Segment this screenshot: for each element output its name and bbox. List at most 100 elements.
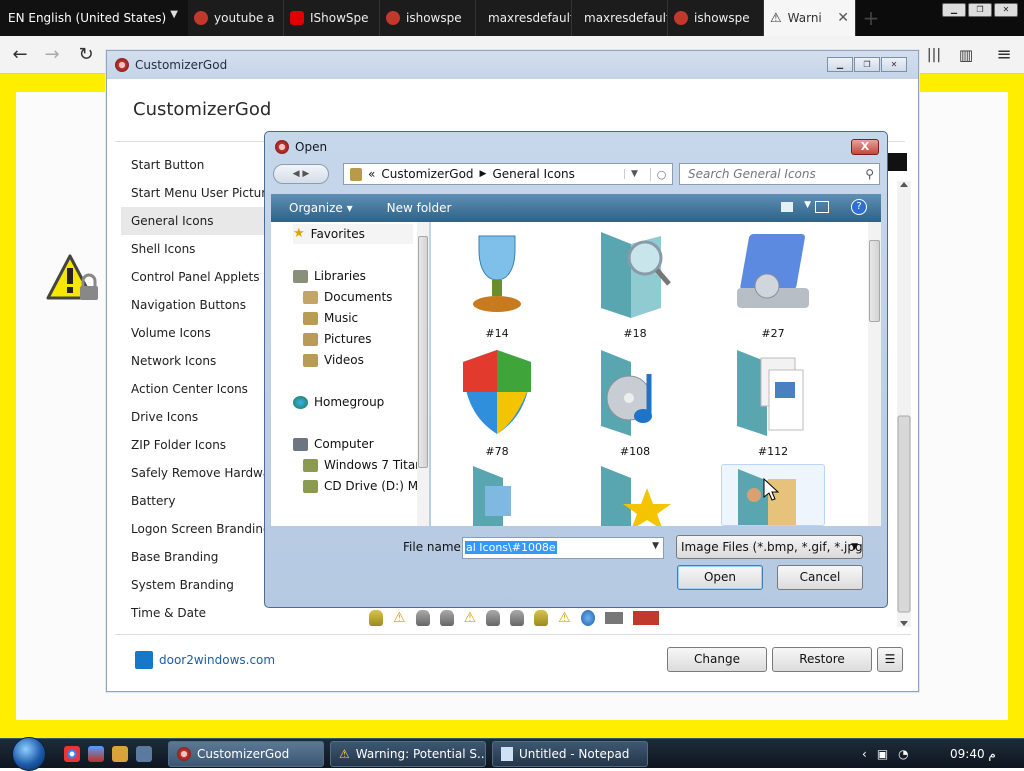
nav-scrollbar[interactable] bbox=[417, 222, 429, 526]
category-item-selected[interactable]: General Icons bbox=[121, 207, 281, 235]
category-item[interactable]: Battery bbox=[121, 487, 281, 515]
file-tile[interactable] bbox=[583, 462, 687, 526]
restore-button[interactable]: Restore bbox=[772, 647, 872, 672]
open-button[interactable]: Open bbox=[677, 565, 763, 590]
sidebar-icon[interactable]: ▥ bbox=[952, 42, 980, 68]
category-item[interactable]: Volume Icons bbox=[121, 319, 281, 347]
taskbar-item[interactable]: CustomizerGod bbox=[168, 741, 324, 767]
new-folder-button[interactable]: New folder bbox=[369, 201, 468, 215]
close-tab-icon[interactable]: ✕ bbox=[837, 10, 849, 26]
network-icon[interactable]: ▣ bbox=[877, 747, 888, 761]
warning-icon[interactable]: ⚠ bbox=[464, 610, 477, 626]
file-tile[interactable]: #18 bbox=[583, 226, 687, 344]
category-item[interactable]: Action Center Icons bbox=[121, 375, 281, 403]
nav-drive-c[interactable]: Windows 7 Titan bbox=[303, 455, 423, 475]
nav-videos[interactable]: Videos bbox=[303, 350, 364, 370]
browser-tab[interactable]: ishowspe bbox=[668, 0, 764, 36]
category-item[interactable]: Base Branding bbox=[121, 543, 281, 571]
category-item[interactable]: Start Button bbox=[121, 151, 281, 179]
category-item[interactable]: ZIP Folder Icons bbox=[121, 431, 281, 459]
volume-icon[interactable]: ◔ bbox=[898, 747, 908, 761]
vertical-scrollbar[interactable] bbox=[897, 181, 911, 627]
nav-pictures[interactable]: Pictures bbox=[303, 329, 372, 349]
device-icon[interactable] bbox=[415, 610, 430, 626]
forward-icon[interactable]: → bbox=[38, 42, 66, 68]
browser-tab-active[interactable]: ⚠ Warni ✕ bbox=[764, 0, 856, 36]
category-item[interactable]: Network Icons bbox=[121, 347, 281, 375]
preview-pane-icon[interactable] bbox=[815, 201, 829, 213]
device-icon[interactable] bbox=[534, 610, 549, 626]
category-item[interactable]: Shell Icons bbox=[121, 235, 281, 263]
black-swatch[interactable] bbox=[887, 153, 907, 171]
firefox-icon[interactable] bbox=[88, 746, 104, 762]
nav-drive-d[interactable]: CD Drive (D:) My bbox=[303, 476, 425, 496]
category-item[interactable]: Safely Remove Hardware bbox=[121, 459, 281, 487]
scroll-thumb[interactable] bbox=[869, 240, 880, 322]
nav-computer[interactable]: Computer bbox=[293, 434, 374, 454]
cancel-button[interactable]: Cancel bbox=[777, 565, 863, 590]
reload-icon[interactable]: ↻ bbox=[72, 42, 100, 68]
file-view-scrollbar[interactable] bbox=[868, 222, 881, 526]
file-tile[interactable]: #14 bbox=[445, 226, 549, 344]
minimize-icon[interactable]: ▁ bbox=[827, 57, 853, 72]
category-item[interactable]: Start Menu User Picture F bbox=[121, 179, 281, 207]
library-icon[interactable]: ||| bbox=[920, 42, 948, 68]
taskbar-item[interactable]: Untitled - Notepad bbox=[492, 741, 648, 767]
clock[interactable]: 09:40 م bbox=[950, 747, 996, 761]
warning-icon[interactable]: ⚠ bbox=[393, 610, 406, 626]
file-type-select[interactable]: Image Files (*.bmp, *.gif, *.jpg, ▼ bbox=[676, 535, 863, 559]
breadcrumb-customizergod[interactable]: CustomizerGod bbox=[381, 167, 473, 181]
change-button[interactable]: Change bbox=[667, 647, 767, 672]
nav-homegroup[interactable]: Homegroup bbox=[293, 392, 384, 412]
help-button[interactable]: ? bbox=[851, 199, 867, 215]
globe-icon[interactable] bbox=[580, 610, 595, 626]
file-tile[interactable]: #78 bbox=[445, 344, 549, 462]
search-input[interactable]: Search General Icons ⚲ bbox=[679, 163, 880, 185]
chevron-down-icon[interactable]: ▼ bbox=[624, 169, 644, 179]
language-indicator[interactable]: EN English (United States) ▼ bbox=[0, 0, 188, 36]
file-tile[interactable]: #112 bbox=[721, 344, 825, 462]
maximize-icon[interactable]: ❐ bbox=[968, 3, 992, 17]
file-tile[interactable]: #27 bbox=[721, 226, 825, 344]
category-item[interactable]: Control Panel Applets Sid bbox=[121, 263, 281, 291]
device-icon[interactable] bbox=[439, 610, 454, 626]
back-forward-buttons[interactable]: ◀ ▶ bbox=[273, 164, 329, 184]
category-item[interactable]: System Branding bbox=[121, 571, 281, 599]
minimize-icon[interactable]: ▁ bbox=[942, 3, 966, 17]
browser-tab[interactable]: maxresdefault bbox=[572, 0, 668, 36]
close-icon[interactable]: ✕ bbox=[881, 57, 907, 72]
tray-expand-icon[interactable]: ‹ bbox=[862, 747, 867, 761]
category-item[interactable]: Navigation Buttons bbox=[121, 291, 281, 319]
red-x-icon[interactable] bbox=[632, 611, 659, 625]
nav-music[interactable]: Music bbox=[303, 308, 358, 328]
nav-libraries[interactable]: Libraries bbox=[293, 266, 366, 286]
taskbar-item[interactable]: ⚠ Warning: Potential S... bbox=[330, 741, 486, 767]
organize-button[interactable]: Organize ▾ bbox=[271, 201, 369, 215]
new-tab-icon[interactable]: + bbox=[856, 0, 886, 36]
browser-tab[interactable]: maxresdefault bbox=[476, 0, 572, 36]
file-tile[interactable]: #108 bbox=[583, 344, 687, 462]
chevron-down-icon[interactable]: ▼ bbox=[652, 541, 659, 551]
maximize-icon[interactable]: ❐ bbox=[854, 57, 880, 72]
file-tile[interactable] bbox=[445, 462, 549, 526]
nav-favorites[interactable]: ★ Favorites bbox=[293, 224, 413, 244]
footer-link[interactable]: door2windows.com bbox=[135, 651, 275, 669]
browser-tab[interactable]: IShowSpe bbox=[284, 0, 380, 36]
close-icon[interactable]: ✕ bbox=[994, 3, 1018, 17]
network-icon[interactable] bbox=[604, 612, 623, 624]
address-bar[interactable]: « CustomizerGod ▶ General Icons ▼ ○ bbox=[343, 163, 673, 185]
media-icon[interactable] bbox=[112, 746, 128, 762]
device-icon[interactable] bbox=[369, 610, 383, 626]
warning-icon[interactable]: ⚠ bbox=[558, 610, 571, 626]
breadcrumb-general-icons[interactable]: General Icons bbox=[492, 167, 574, 181]
category-item[interactable]: Time & Date bbox=[121, 599, 281, 627]
browser-tab[interactable]: youtube a bbox=[188, 0, 284, 36]
search-icon[interactable]: ⚲ bbox=[865, 164, 874, 184]
back-icon[interactable]: ← bbox=[6, 42, 34, 68]
browser-tab[interactable]: ishowspe bbox=[380, 0, 476, 36]
chrome-icon[interactable] bbox=[64, 746, 80, 762]
category-item[interactable]: Logon Screen Branding bbox=[121, 515, 281, 543]
view-icon[interactable] bbox=[781, 202, 793, 212]
menu-icon[interactable]: ≡ bbox=[990, 42, 1018, 68]
refresh-icon[interactable]: ○ bbox=[650, 167, 672, 181]
